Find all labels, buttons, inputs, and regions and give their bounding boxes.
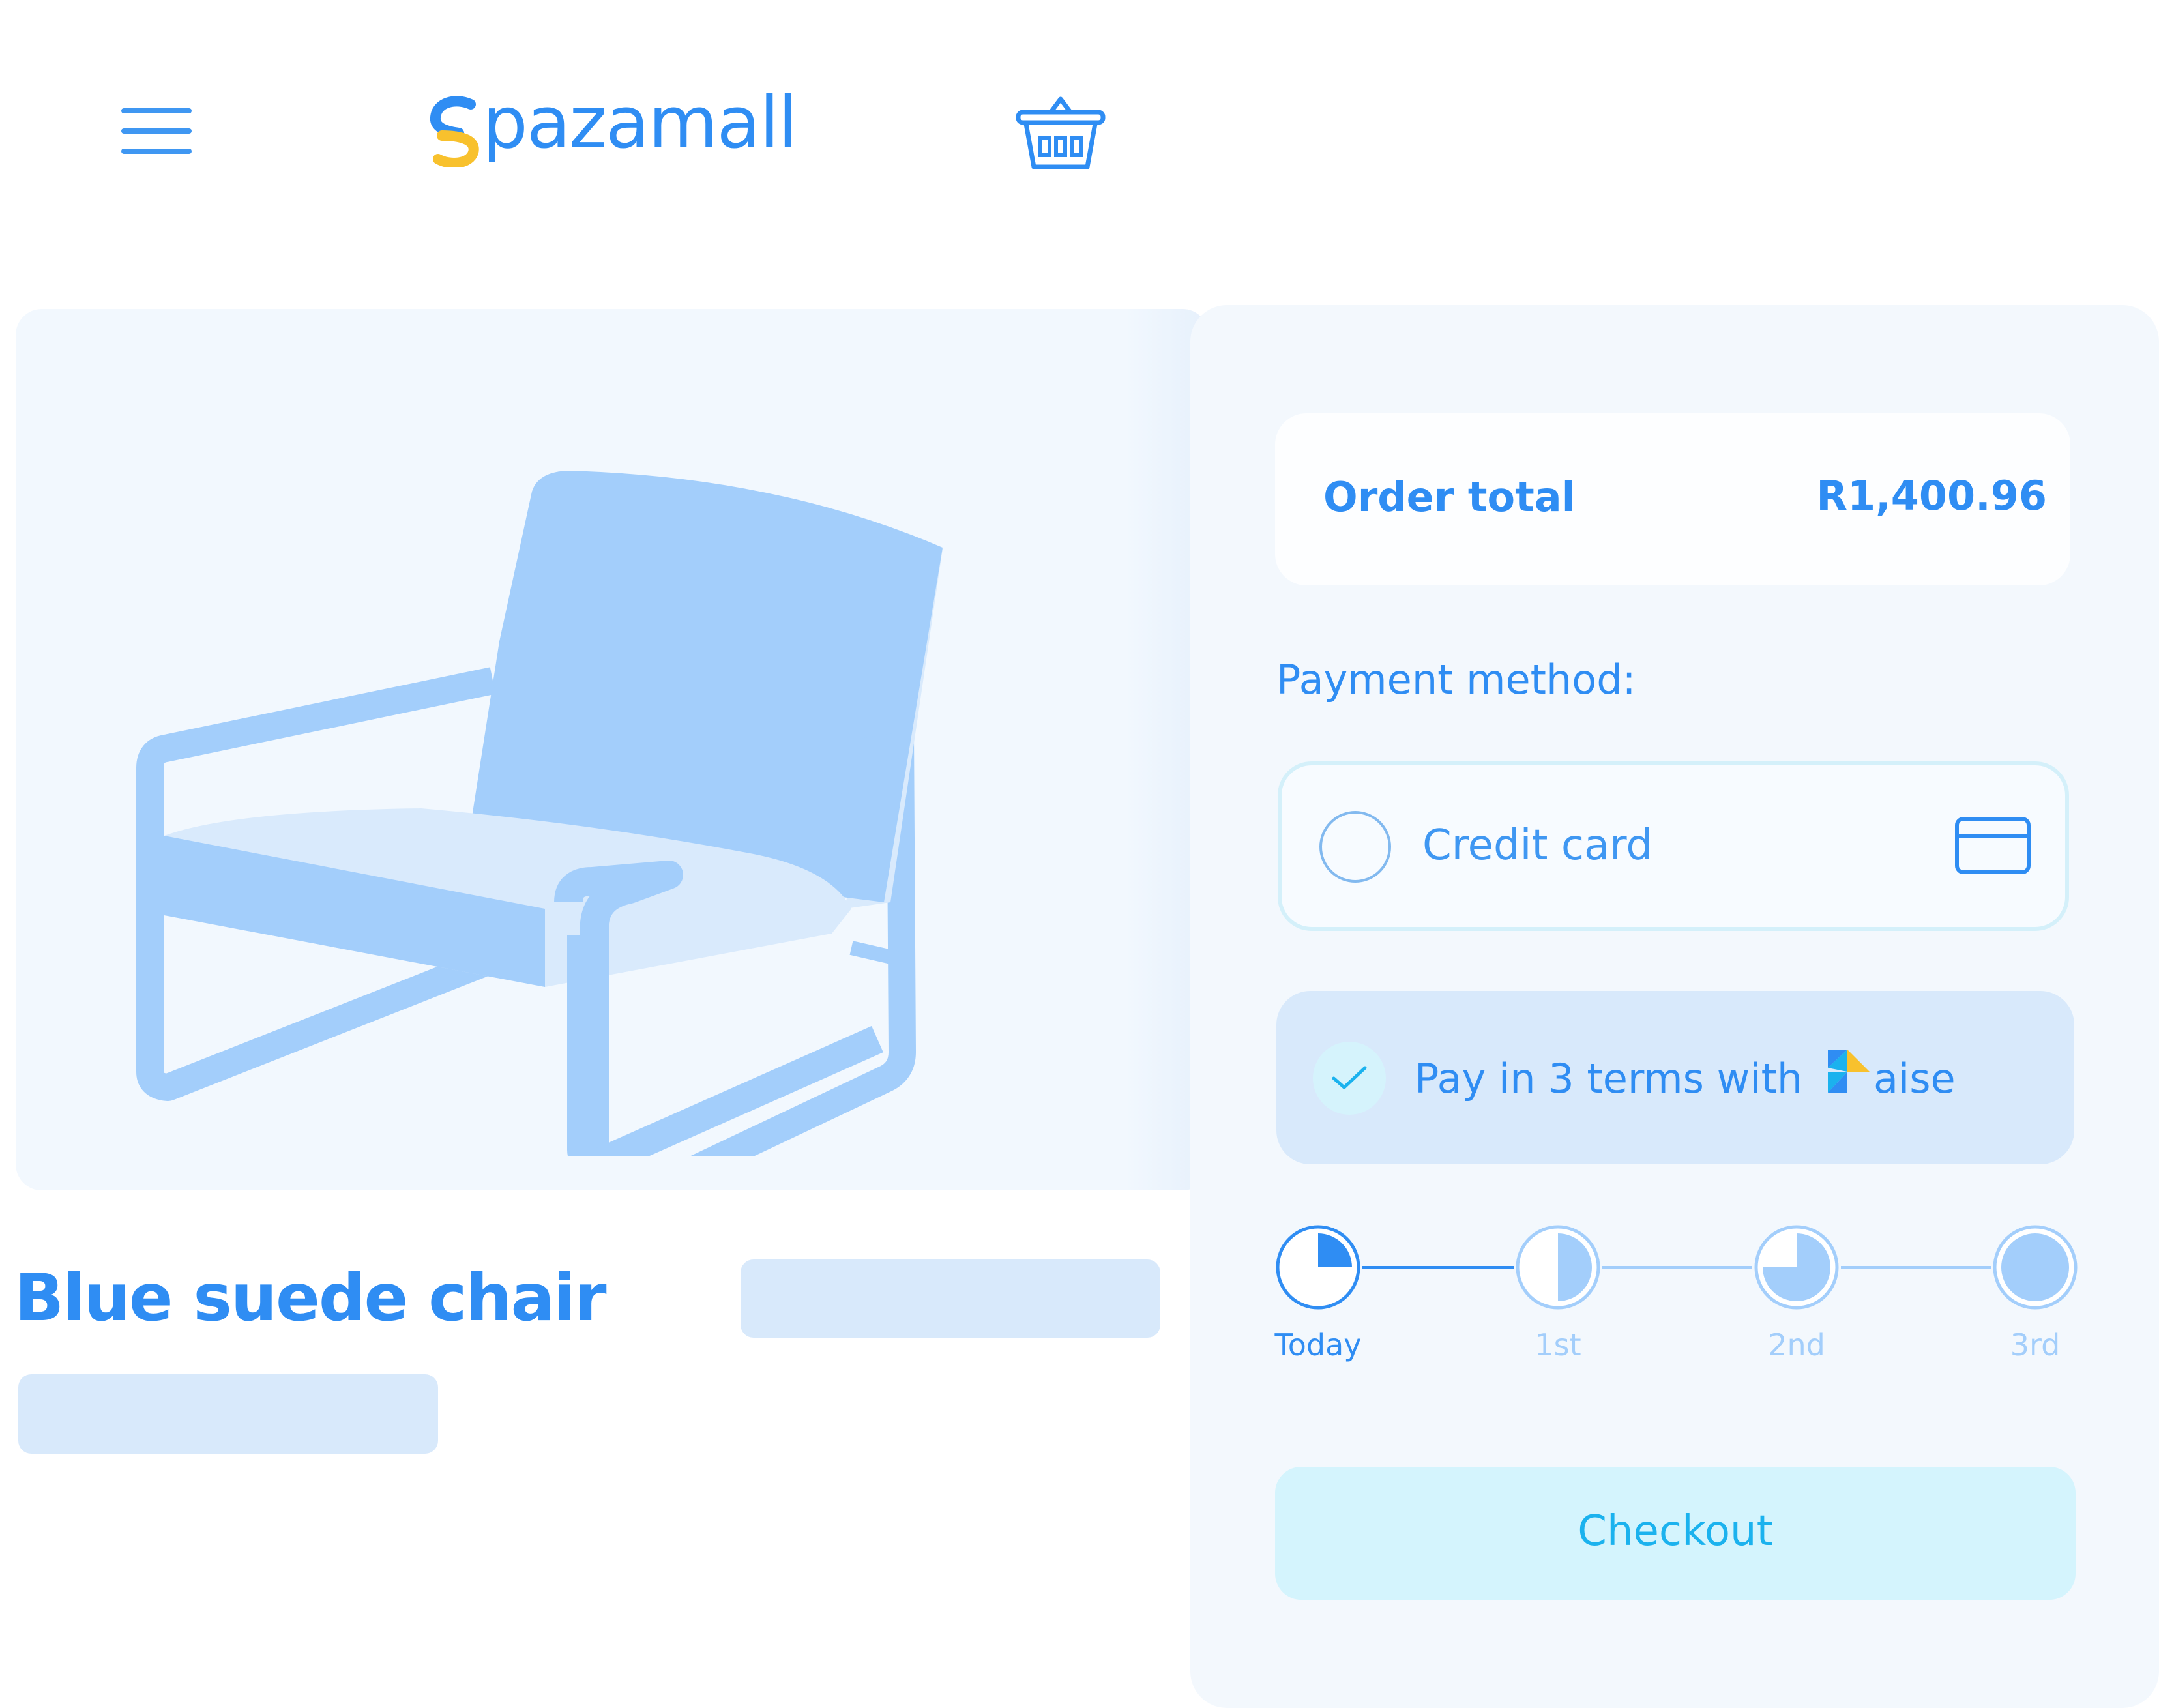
logo-s-mark <box>430 96 479 167</box>
product-image-card[interactable] <box>16 309 1209 1190</box>
schedule-step-2 <box>1516 1225 1600 1310</box>
checkout-button[interactable]: Checkout <box>1275 1467 2076 1600</box>
brand-name: pazamall <box>482 81 798 164</box>
schedule-step-3 <box>1754 1225 1839 1310</box>
schedule-label-today: Today <box>1274 1327 1362 1362</box>
schedule-label-2nd: 2nd <box>1768 1327 1825 1362</box>
schedule-step-4 <box>1993 1225 2078 1310</box>
product-title: Blue suede chair <box>14 1259 607 1336</box>
spazamall-logo[interactable]: pazamall <box>430 81 798 175</box>
checkout-label: Checkout <box>1578 1507 1773 1555</box>
schedule-step-1 <box>1276 1225 1360 1310</box>
armchair-illustration <box>136 471 943 1156</box>
schedule-progress <box>2001 1233 2069 1301</box>
payment-panel: Order total R1,400.96 Payment method: Cr… <box>1190 305 2159 1708</box>
price-placeholder <box>741 1259 1160 1338</box>
shopping-basket-icon[interactable] <box>1014 90 1107 173</box>
schedule-label-1st: 1st <box>1535 1327 1581 1362</box>
schedule-label-3rd: 3rd <box>2010 1327 2061 1362</box>
hamburger-menu-icon[interactable] <box>121 108 192 154</box>
subtitle-placeholder <box>18 1374 438 1454</box>
